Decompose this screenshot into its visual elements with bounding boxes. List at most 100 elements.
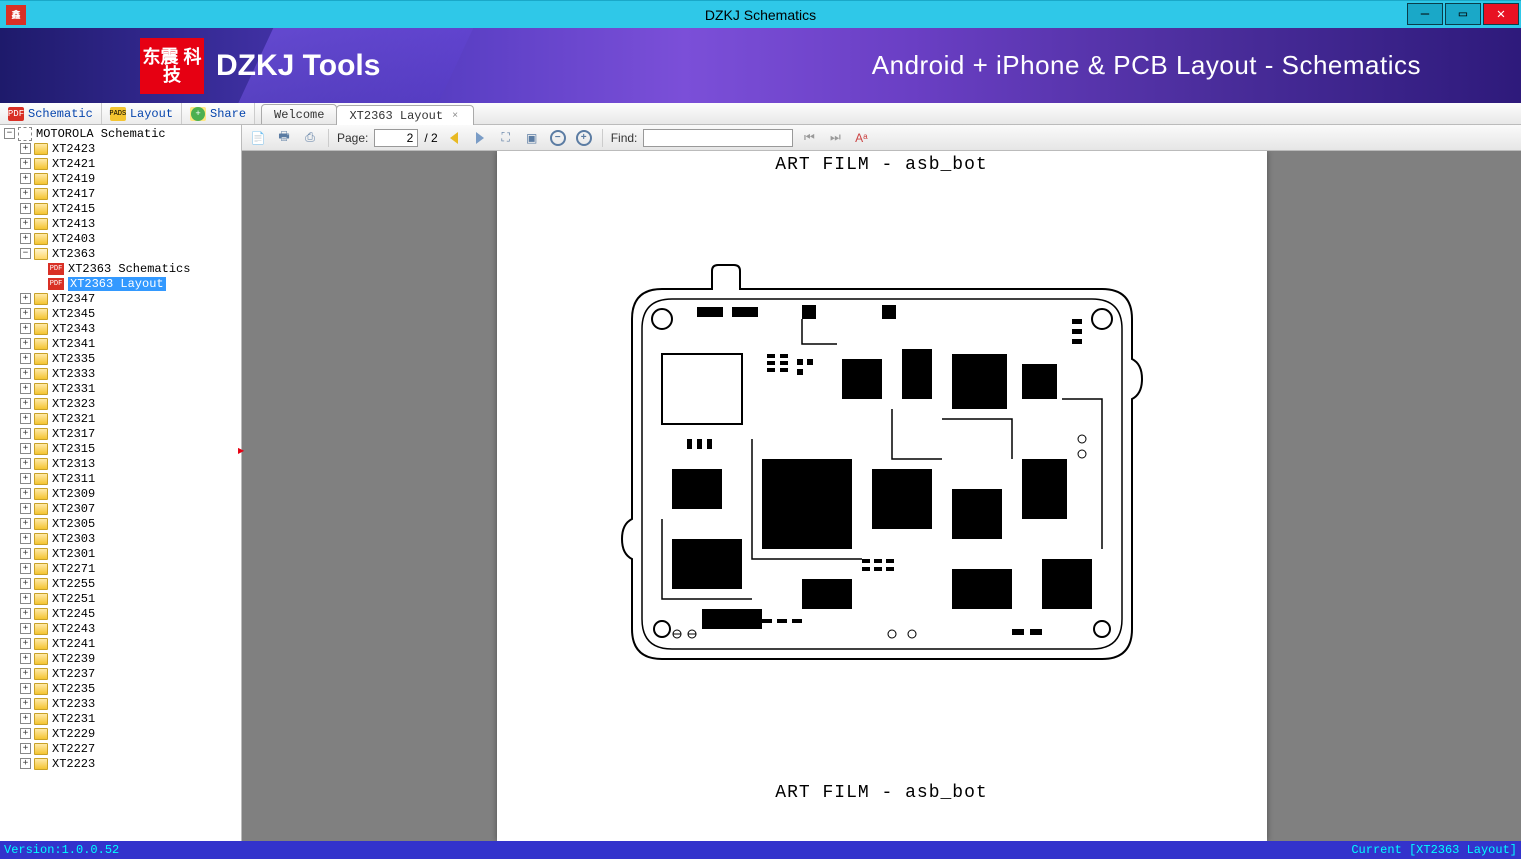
- prev-page-button[interactable]: [444, 128, 464, 148]
- find-prev-button[interactable]: ⏮: [799, 128, 819, 148]
- expand-icon[interactable]: +: [20, 398, 31, 409]
- expand-icon[interactable]: +: [20, 143, 31, 154]
- expand-icon[interactable]: +: [20, 713, 31, 724]
- tree-row[interactable]: +XT2227: [0, 741, 241, 756]
- zoom-out-button[interactable]: −: [548, 128, 568, 148]
- tree-row[interactable]: +XT2307: [0, 501, 241, 516]
- maximize-button[interactable]: ▭: [1445, 3, 1481, 25]
- tree-row[interactable]: +XT2421: [0, 156, 241, 171]
- close-button[interactable]: ✕: [1483, 3, 1519, 25]
- expand-icon[interactable]: +: [20, 683, 31, 694]
- expand-icon[interactable]: +: [20, 308, 31, 319]
- tree-row[interactable]: +XT2309: [0, 486, 241, 501]
- expand-icon[interactable]: +: [20, 563, 31, 574]
- doc-tab-active[interactable]: XT2363 Layout ×: [336, 105, 474, 125]
- copy-icon[interactable]: 📄: [248, 128, 268, 148]
- tree-row[interactable]: +XT2235: [0, 681, 241, 696]
- tree-row[interactable]: +XT2321: [0, 411, 241, 426]
- tab-share[interactable]: + Share: [182, 103, 255, 124]
- tree-row[interactable]: +XT2223: [0, 756, 241, 771]
- tree-row[interactable]: +XT2423: [0, 141, 241, 156]
- expand-icon[interactable]: +: [20, 638, 31, 649]
- expand-icon[interactable]: +: [20, 293, 31, 304]
- expand-icon[interactable]: +: [20, 578, 31, 589]
- tree-row[interactable]: +XT2243: [0, 621, 241, 636]
- tab-layout[interactable]: PADS Layout: [102, 103, 182, 124]
- tree-row[interactable]: +XT2239: [0, 651, 241, 666]
- minimize-button[interactable]: —: [1407, 3, 1443, 25]
- expand-icon[interactable]: +: [20, 698, 31, 709]
- tree-row[interactable]: −XT2363: [0, 246, 241, 261]
- text-tool-icon[interactable]: Aᵃ: [851, 128, 871, 148]
- tree-row[interactable]: +XT2251: [0, 591, 241, 606]
- collapse-icon[interactable]: −: [20, 248, 31, 259]
- expand-icon[interactable]: +: [20, 593, 31, 604]
- tree-row[interactable]: +XT2419: [0, 171, 241, 186]
- splitter-handle[interactable]: [240, 430, 246, 470]
- expand-icon[interactable]: +: [20, 173, 31, 184]
- tree-row[interactable]: +XT2341: [0, 336, 241, 351]
- tree-row[interactable]: +XT2255: [0, 576, 241, 591]
- tree-row[interactable]: +XT2335: [0, 351, 241, 366]
- tree-row[interactable]: +XT2331: [0, 381, 241, 396]
- expand-icon[interactable]: +: [20, 743, 31, 754]
- tree-row[interactable]: +XT2303: [0, 531, 241, 546]
- expand-icon[interactable]: +: [20, 203, 31, 214]
- expand-icon[interactable]: +: [20, 758, 31, 769]
- tree-row[interactable]: +XT2315: [0, 441, 241, 456]
- expand-icon[interactable]: +: [20, 533, 31, 544]
- tree-row[interactable]: +XT2403: [0, 231, 241, 246]
- tree-row[interactable]: +XT2241: [0, 636, 241, 651]
- expand-icon[interactable]: +: [20, 608, 31, 619]
- expand-icon[interactable]: +: [20, 668, 31, 679]
- fit-width-icon[interactable]: ⛶: [496, 128, 516, 148]
- doc-tab-welcome[interactable]: Welcome: [261, 104, 337, 124]
- export-icon[interactable]: ⎙: [300, 128, 320, 148]
- tree-row[interactable]: +XT2271: [0, 561, 241, 576]
- tree-row[interactable]: −MOTOROLA Schematic: [0, 126, 241, 141]
- tree-row[interactable]: +XT2417: [0, 186, 241, 201]
- tree-row[interactable]: +XT2413: [0, 216, 241, 231]
- tree-row[interactable]: +XT2245: [0, 606, 241, 621]
- expand-icon[interactable]: +: [20, 218, 31, 229]
- expand-icon[interactable]: +: [20, 368, 31, 379]
- tree-row[interactable]: +XT2231: [0, 711, 241, 726]
- expand-icon[interactable]: +: [20, 158, 31, 169]
- page-input[interactable]: [374, 129, 418, 147]
- expand-icon[interactable]: +: [20, 503, 31, 514]
- print-icon[interactable]: 🖶: [274, 128, 294, 148]
- tree-panel[interactable]: −MOTOROLA Schematic+XT2423+XT2421+XT2419…: [0, 125, 242, 841]
- expand-icon[interactable]: +: [20, 353, 31, 364]
- find-input[interactable]: [643, 129, 793, 147]
- fit-page-icon[interactable]: ▣: [522, 128, 542, 148]
- zoom-in-button[interactable]: +: [574, 128, 594, 148]
- tree-row[interactable]: +XT2415: [0, 201, 241, 216]
- expand-icon[interactable]: +: [20, 548, 31, 559]
- find-next-button[interactable]: ⏭: [825, 128, 845, 148]
- expand-icon[interactable]: +: [20, 323, 31, 334]
- expand-icon[interactable]: +: [20, 518, 31, 529]
- tab-schematic[interactable]: PDF Schematic: [0, 103, 102, 124]
- close-tab-icon[interactable]: ×: [449, 110, 461, 122]
- expand-icon[interactable]: +: [20, 458, 31, 469]
- tree-row[interactable]: +XT2229: [0, 726, 241, 741]
- expand-icon[interactable]: +: [20, 338, 31, 349]
- tree-row[interactable]: +XT2317: [0, 426, 241, 441]
- tree-row[interactable]: +XT2313: [0, 456, 241, 471]
- canvas[interactable]: ART FILM - asb_bot: [242, 151, 1521, 841]
- tree-row[interactable]: +XT2311: [0, 471, 241, 486]
- collapse-icon[interactable]: −: [4, 128, 15, 139]
- expand-icon[interactable]: +: [20, 623, 31, 634]
- expand-icon[interactable]: +: [20, 383, 31, 394]
- tree-row[interactable]: +XT2347: [0, 291, 241, 306]
- tree-row[interactable]: +XT2345: [0, 306, 241, 321]
- tree-row[interactable]: +XT2305: [0, 516, 241, 531]
- expand-icon[interactable]: +: [20, 443, 31, 454]
- tree-row[interactable]: +XT2333: [0, 366, 241, 381]
- expand-icon[interactable]: +: [20, 413, 31, 424]
- expand-icon[interactable]: +: [20, 653, 31, 664]
- tree-row[interactable]: +XT2233: [0, 696, 241, 711]
- expand-icon[interactable]: +: [20, 473, 31, 484]
- expand-icon[interactable]: +: [20, 488, 31, 499]
- tree-row[interactable]: PDFXT2363 Schematics: [0, 261, 241, 276]
